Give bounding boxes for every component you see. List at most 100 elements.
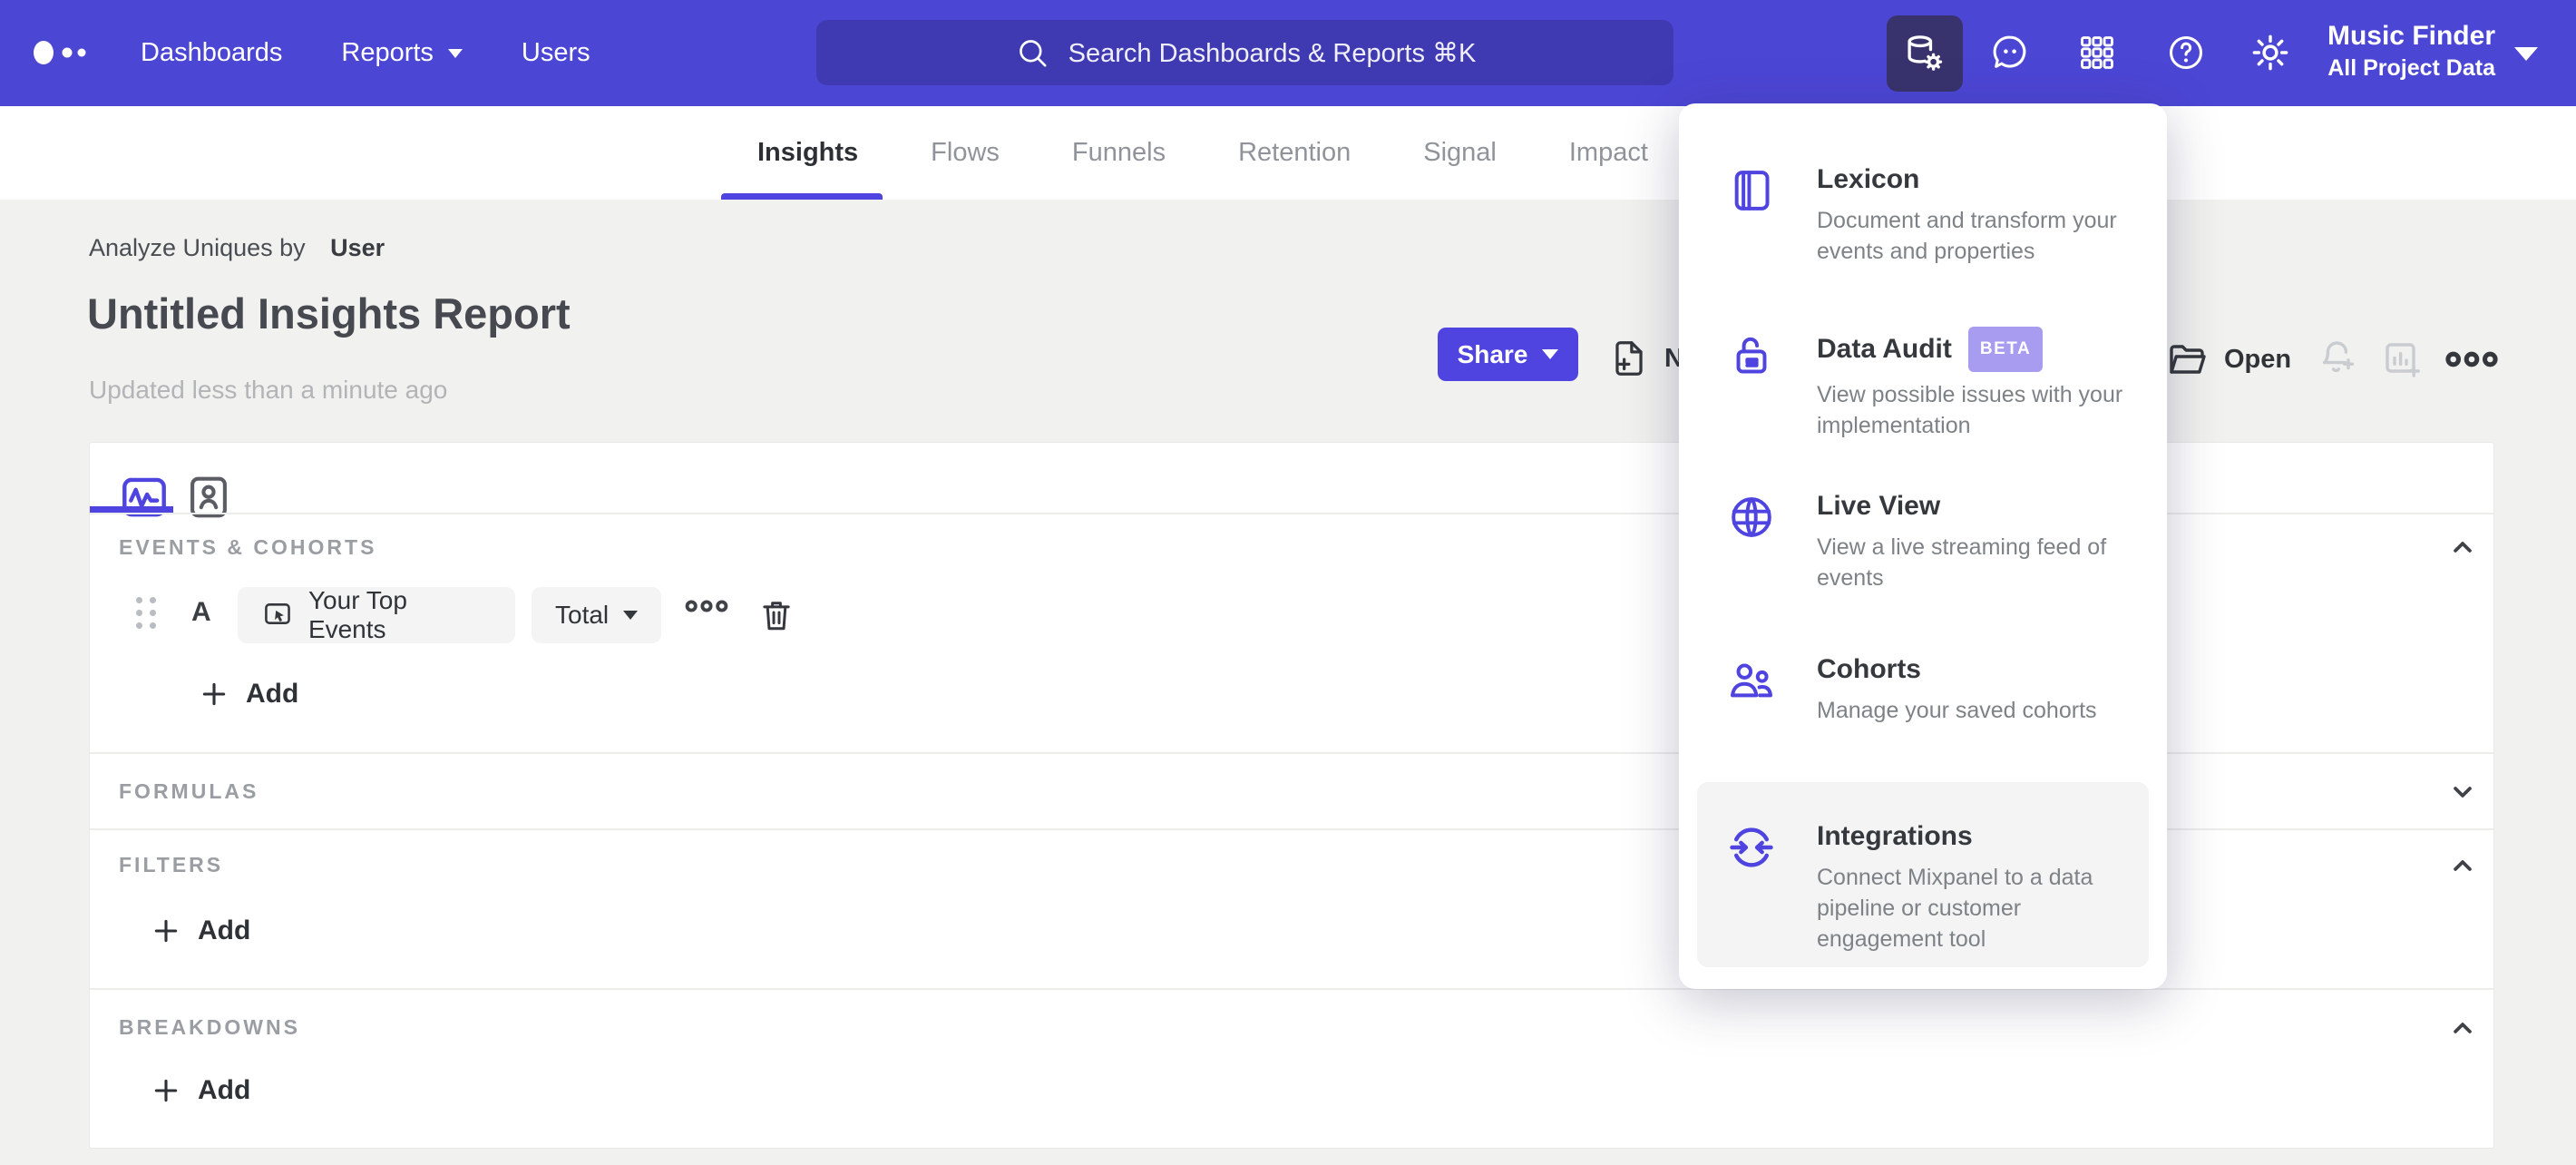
add-event-label: Add <box>246 679 299 709</box>
top-nav-bar: Dashboards Reports Users Search Dashboar… <box>0 0 2576 106</box>
search-icon <box>1019 40 1047 67</box>
bell-plus-icon <box>2322 341 2355 373</box>
page-title[interactable]: Untitled Insights Report <box>87 289 571 338</box>
chevron-up-icon <box>2454 1023 2472 1033</box>
search-placeholder: Search Dashboards & Reports ⌘K <box>1068 38 1477 68</box>
event-picker-label: Your Top Events <box>307 586 407 643</box>
add-filter-label: Add <box>198 915 251 945</box>
menu-item-text: Lexicon Document and transform your even… <box>1817 162 2130 267</box>
tab-funnels[interactable]: Funnels <box>1072 138 1166 168</box>
nav-dashboards-label: Dashboards <box>141 38 283 67</box>
menu-item-text: Integrations Connect Mixpanel to a data … <box>1817 818 2130 955</box>
menu-item-integrations[interactable]: Integrations Connect Mixpanel to a data … <box>1726 818 2134 955</box>
menu-item-integrations-highlight[interactable]: Integrations Connect Mixpanel to a data … <box>1697 782 2149 967</box>
menu-item-data-audit[interactable]: Data Audit BETA View possible issues wit… <box>1726 327 2143 441</box>
nav-users-label: Users <box>521 38 590 67</box>
plus-icon <box>154 919 178 943</box>
data-audit-lock-icon <box>1736 337 1767 374</box>
lexicon-book-icon <box>1734 171 1770 210</box>
data-management-menu: Lexicon Document and transform your even… <box>1679 103 2167 989</box>
menu-item-desc: Document and transform your events and p… <box>1817 208 2117 264</box>
more-dots-icon <box>685 600 728 612</box>
search-input[interactable]: Search Dashboards & Reports ⌘K <box>816 20 1673 85</box>
tab-metrics-view[interactable] <box>115 468 173 526</box>
settings-button[interactable] <box>2249 32 2291 73</box>
breakdowns-collapse-button[interactable] <box>2445 1011 2480 1045</box>
filters-section-label: FILTERS <box>119 853 224 876</box>
breakdowns-section-label: BREAKDOWNS <box>119 1015 300 1039</box>
add-event-button[interactable]: Add <box>199 679 298 710</box>
active-view-indicator <box>90 506 173 513</box>
tab-flows[interactable]: Flows <box>931 138 1000 168</box>
apps-grid-button[interactable] <box>2076 32 2118 73</box>
database-gear-icon <box>1908 35 1943 71</box>
event-picker-button[interactable]: Your Top Events <box>238 586 515 643</box>
data-management-button[interactable] <box>1887 15 1963 92</box>
trash-icon <box>763 602 790 631</box>
tab-signal[interactable]: Signal <box>1423 138 1497 168</box>
project-selector[interactable]: Music Finder All Project Data <box>2318 19 2495 83</box>
plus-icon <box>154 1079 178 1102</box>
events-collapse-button[interactable] <box>2445 530 2480 564</box>
feedback-bubble-icon <box>1993 35 2026 68</box>
plus-icon <box>202 682 226 706</box>
drag-handle[interactable] <box>136 597 156 633</box>
updated-timestamp: Updated less than a minute ago <box>89 376 448 404</box>
formulas-section-label: FORMULAS <box>119 779 259 803</box>
share-button[interactable]: Share <box>1438 328 1578 381</box>
analyze-label: Analyze Uniques by <box>89 234 306 261</box>
menu-item-cohorts[interactable]: Cohorts Manage your saved cohorts <box>1726 651 2143 726</box>
menu-item-title: Data Audit BETA <box>1817 327 2130 372</box>
help-icon <box>2169 35 2203 70</box>
tab-retention[interactable]: Retention <box>1238 138 1351 168</box>
event-series-letter: A <box>191 597 211 627</box>
live-view-globe-icon <box>1732 497 1771 537</box>
menu-item-desc: Manage your saved cohorts <box>1817 698 2097 723</box>
add-breakdown-label: Add <box>198 1075 251 1105</box>
add-breakdown-button[interactable]: Add <box>151 1075 250 1106</box>
chart-plus-icon <box>2386 343 2420 377</box>
aggregation-label: Total <box>555 601 610 629</box>
menu-item-desc: View a live streaming feed of events <box>1817 534 2107 591</box>
mixpanel-logo-icon <box>34 41 86 64</box>
menu-item-live-view[interactable]: Live View View a live streaming feed of … <box>1726 488 2143 593</box>
event-row-more-button[interactable] <box>685 595 728 635</box>
formulas-expand-button[interactable] <box>2445 775 2480 809</box>
menu-item-title: Cohorts <box>1817 654 1921 684</box>
add-filter-button[interactable]: Add <box>151 915 250 946</box>
events-section-label: EVENTS & COHORTS <box>119 535 377 559</box>
nav-reports-label: Reports <box>341 38 434 67</box>
primary-nav: Dashboards Reports Users <box>141 0 590 106</box>
analyze-value[interactable]: User <box>330 234 385 261</box>
nav-users[interactable]: Users <box>522 38 590 68</box>
pulse-chart-icon <box>122 477 166 517</box>
new-report-icon <box>1615 341 1643 376</box>
event-row-delete-button[interactable] <box>757 593 795 637</box>
menu-item-title-text: Data Audit <box>1817 334 1952 364</box>
open-report-button[interactable]: Open <box>2166 338 2291 381</box>
open-folder-icon <box>2170 345 2206 374</box>
alert-subscribe-button[interactable] <box>2316 338 2357 379</box>
help-button[interactable] <box>2165 32 2207 73</box>
menu-item-title: Live View <box>1817 491 1941 521</box>
add-to-board-button[interactable] <box>2380 338 2422 379</box>
report-more-button[interactable] <box>2445 347 2498 388</box>
more-dots-icon <box>2445 351 2498 367</box>
project-chevron-down-icon[interactable] <box>2514 47 2538 61</box>
tab-insights[interactable]: Insights <box>757 138 858 168</box>
nav-reports[interactable]: Reports <box>341 38 463 68</box>
filters-collapse-button[interactable] <box>2445 848 2480 883</box>
project-name: Music Finder <box>2327 21 2495 51</box>
nav-dashboards[interactable]: Dashboards <box>141 38 282 68</box>
menu-item-lexicon[interactable]: Lexicon Document and transform your even… <box>1726 162 2143 267</box>
mixpanel-logo[interactable] <box>29 33 105 73</box>
menu-item-text: Live View View a live streaming feed of … <box>1817 488 2130 593</box>
tab-impact[interactable]: Impact <box>1569 138 1648 168</box>
menu-item-desc: View possible issues with your implement… <box>1817 382 2123 438</box>
mixpanel-app: Dashboards Reports Users Search Dashboar… <box>0 0 2576 1165</box>
feedback-button[interactable] <box>1989 32 2031 73</box>
aggregation-dropdown[interactable]: Total <box>532 587 662 643</box>
report-tabs: Insights Flows Funnels Retention Signal … <box>757 106 1648 200</box>
chevron-up-icon <box>2454 542 2472 553</box>
tab-profiles-view[interactable] <box>180 468 238 526</box>
